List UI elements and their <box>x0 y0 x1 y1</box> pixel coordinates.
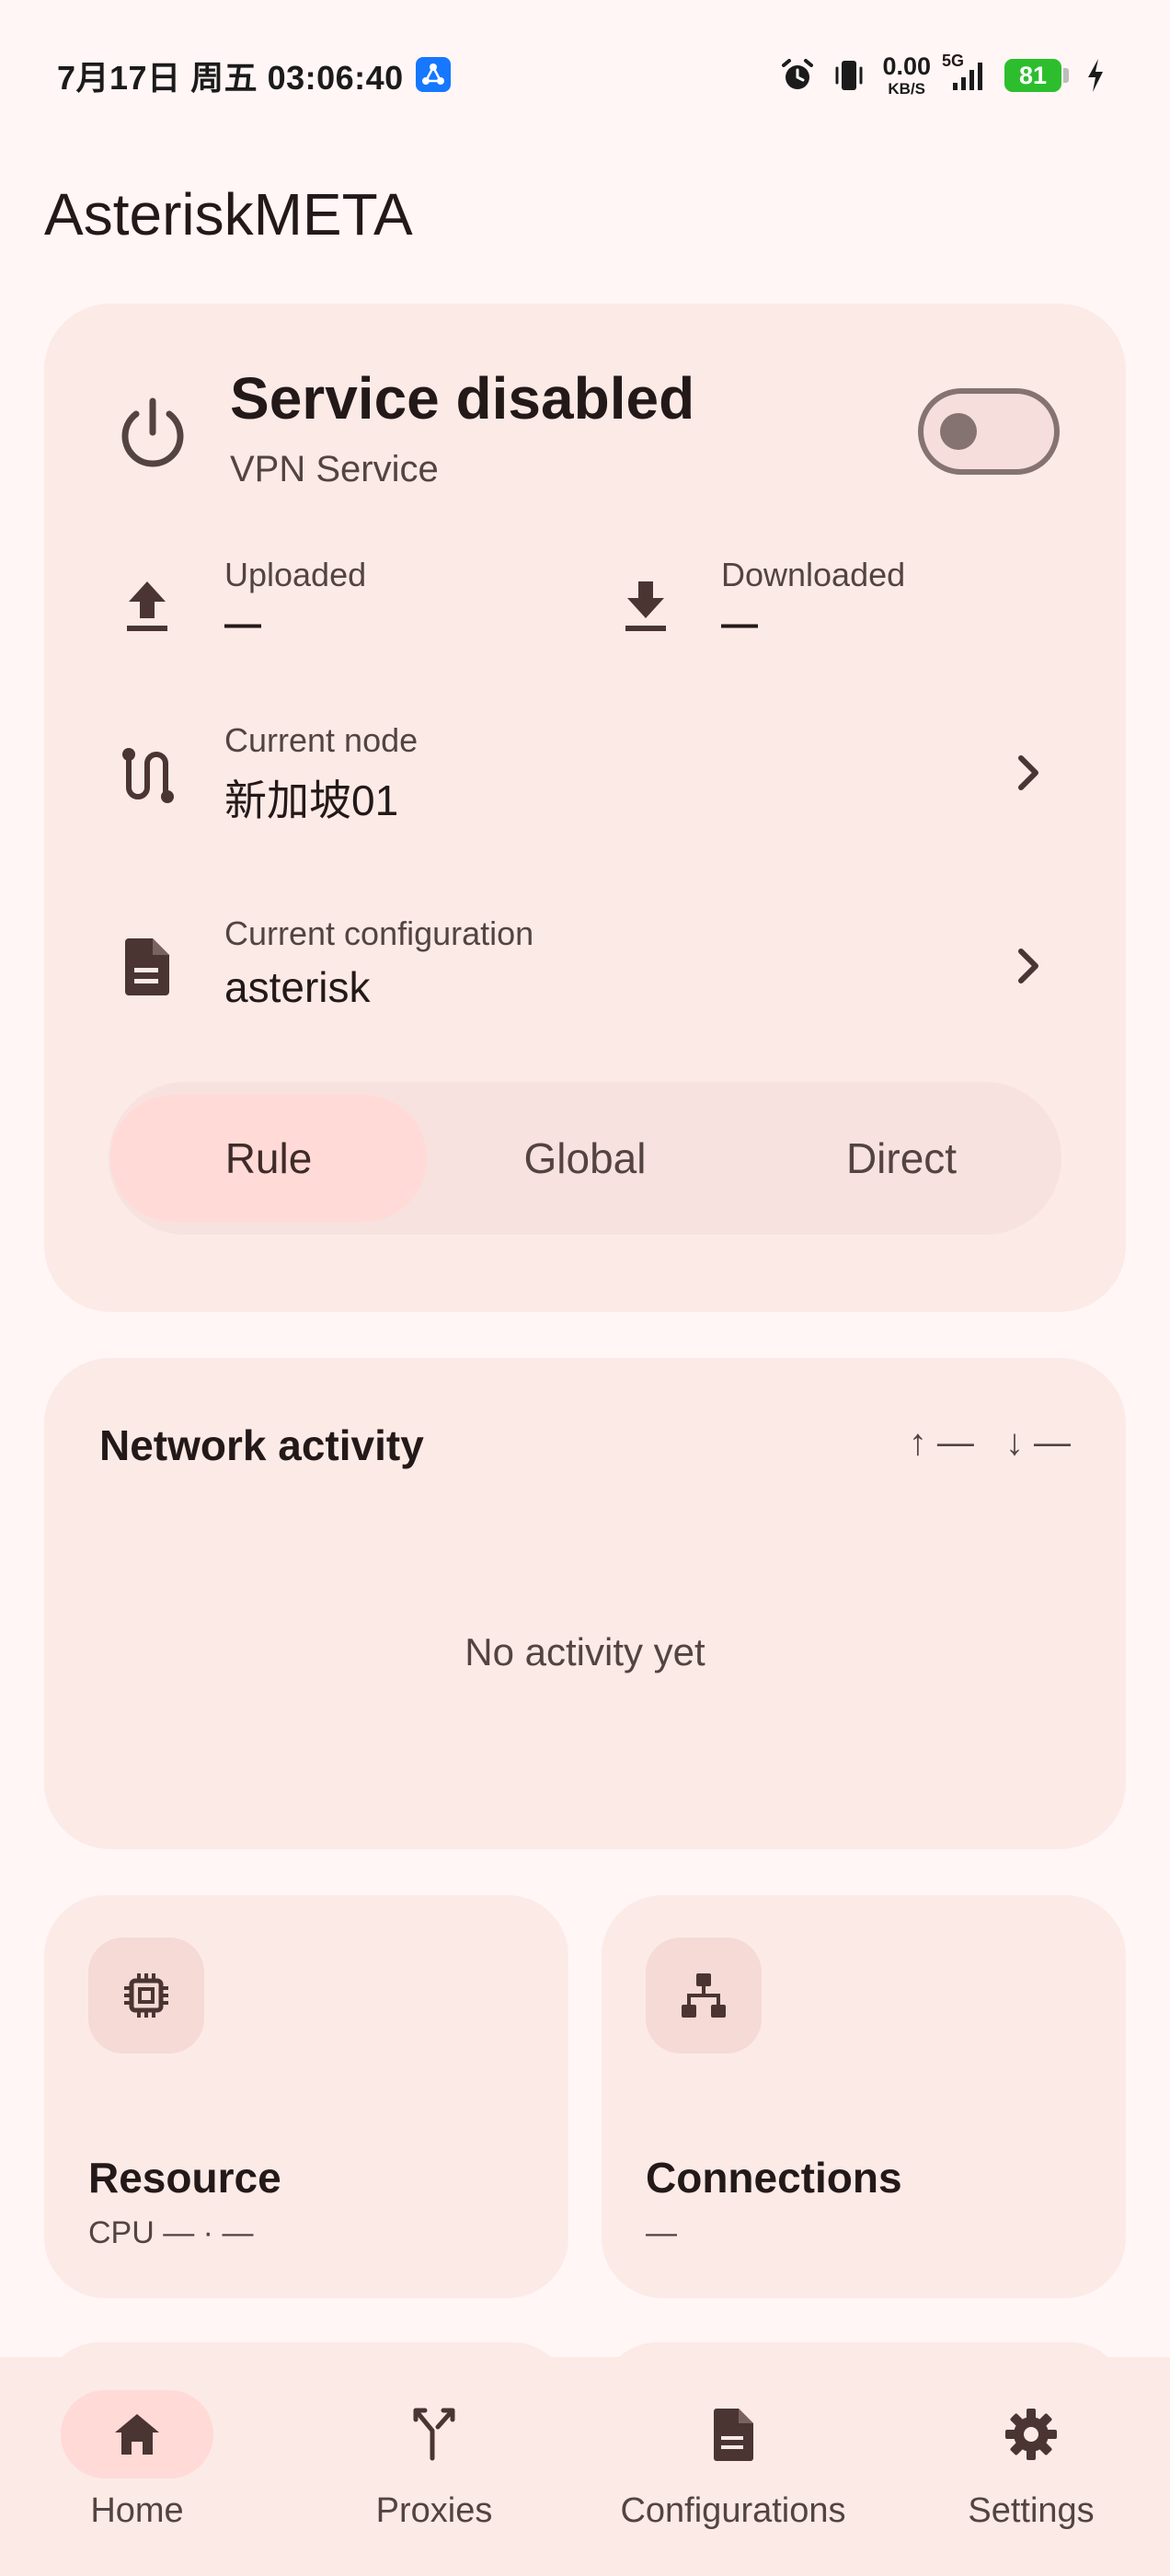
nav-home-label: Home <box>90 2491 184 2530</box>
app-title: AsteriskMETA <box>44 181 413 247</box>
document-icon <box>123 937 171 997</box>
status-bar: 7月17日 周五 03:06:40 0.00 KB/S 5G 81 <box>0 0 1170 147</box>
fork-icon <box>408 2407 460 2462</box>
resource-icon-box <box>88 1938 204 2053</box>
mode-rule-button[interactable]: Rule <box>110 1095 427 1222</box>
nav-configurations-indicator <box>657 2390 809 2478</box>
current-configuration-value: asterisk <box>224 963 371 1011</box>
proxy-mode-selector: Rule Global Direct <box>109 1082 1061 1235</box>
connections-icon-box <box>646 1938 762 2053</box>
network-speed: 0.00 KB/S <box>882 52 931 98</box>
nav-home-indicator <box>61 2390 213 2478</box>
current-configuration-label: Current configuration <box>224 914 534 952</box>
battery-level: 81 <box>1004 59 1061 92</box>
nav-settings[interactable]: Settings <box>955 2357 1107 2576</box>
power-icon <box>114 394 191 471</box>
home-icon <box>111 2410 163 2458</box>
nav-home[interactable]: Home <box>61 2357 213 2576</box>
uploaded-label: Uploaded <box>224 556 367 593</box>
status-indicators: 0.00 KB/S 5G 81 <box>779 52 1106 98</box>
upload-rate: ↑ — <box>908 1422 974 1463</box>
mode-direct-button[interactable]: Direct <box>743 1095 1060 1222</box>
battery-indicator: 81 <box>1004 59 1069 92</box>
mode-global-button[interactable]: Global <box>427 1095 743 1222</box>
network-activity-title: Network activity <box>99 1421 424 1469</box>
nav-configurations[interactable]: Configurations <box>611 2357 855 2576</box>
network-tree-icon <box>678 1970 729 2021</box>
downloaded-label: Downloaded <box>721 556 906 593</box>
network-activity-rates: ↑ — ↓ — <box>909 1422 1071 1464</box>
bottom-navigation: Home Proxies Configurations Settings <box>0 2357 1170 2576</box>
toggle-knob <box>940 413 977 450</box>
service-status-subtitle: VPN Service <box>230 449 439 489</box>
nav-settings-indicator <box>955 2390 1107 2478</box>
route-icon <box>120 745 177 806</box>
nav-proxies[interactable]: Proxies <box>358 2357 510 2576</box>
network-speed-value: 0.00 <box>882 52 931 80</box>
vibrate-icon <box>832 57 866 94</box>
alarm-icon <box>779 57 816 94</box>
vpn-service-toggle[interactable] <box>918 388 1060 475</box>
upload-icon <box>120 576 175 635</box>
status-time: 7月17日 周五 03:06:40 <box>57 59 404 97</box>
resource-subtitle: CPU — · — <box>88 2215 254 2250</box>
download-icon <box>618 576 673 635</box>
connections-title: Connections <box>646 2154 902 2202</box>
service-status-title: Service disabled <box>230 365 695 431</box>
nav-configurations-label: Configurations <box>620 2491 846 2530</box>
network-speed-unit: KB/S <box>888 80 926 98</box>
resource-title: Resource <box>88 2154 281 2202</box>
downloaded-value: — <box>721 604 758 644</box>
current-node-value: 新加坡01 <box>224 776 399 824</box>
nav-proxies-indicator <box>358 2390 510 2478</box>
chevron-right-icon <box>1012 753 1045 793</box>
app-notification-icon <box>416 57 451 92</box>
connections-subtitle: — <box>646 2215 677 2250</box>
nav-proxies-label: Proxies <box>375 2491 493 2530</box>
chevron-right-icon <box>1012 946 1045 986</box>
download-rate: ↓ — <box>1004 1422 1071 1463</box>
nav-settings-label: Settings <box>968 2491 1095 2530</box>
battery-cap <box>1063 68 1069 83</box>
cpu-icon <box>120 1970 172 2021</box>
gear-icon <box>1004 2407 1059 2462</box>
signal-label: 5G <box>942 52 965 70</box>
file-icon <box>711 2407 755 2462</box>
network-activity-empty: No activity yet <box>465 1630 705 1673</box>
current-node-label: Current node <box>224 721 419 759</box>
signal-icon: 5G <box>942 52 988 94</box>
charging-icon <box>1085 57 1106 94</box>
uploaded-value: — <box>224 604 261 644</box>
